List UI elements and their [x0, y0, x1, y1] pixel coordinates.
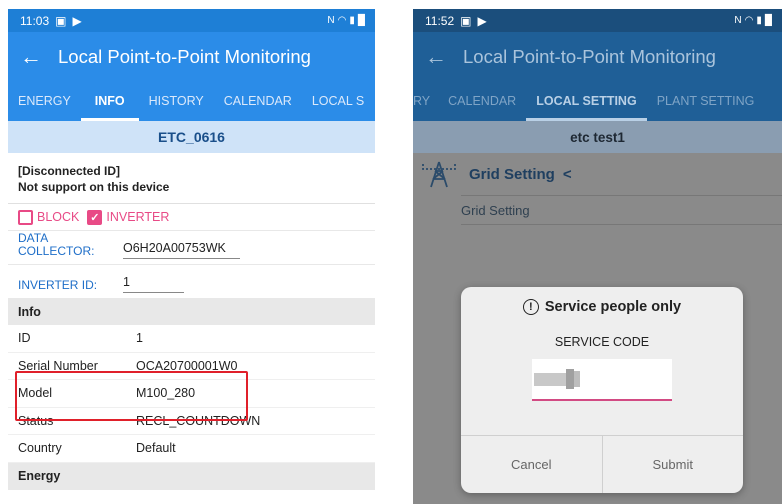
block-label: BLOCK [37, 210, 80, 224]
device-type-checkboxes: BLOCK ✓ INVERTER [8, 204, 375, 230]
inverter-id-label: INVERTER ID: [18, 278, 98, 292]
red-highlight-box [15, 371, 248, 421]
blurred-code [566, 369, 574, 389]
service-code-label: SERVICE CODE [554, 335, 650, 349]
status-bar: 11:52 ▣ ▶ N ◠ ▮ █ [413, 9, 782, 32]
transmission-tower-icon [422, 161, 456, 188]
device-name: ETC_0616 [8, 121, 375, 153]
left-phone-screen: 11:03 ▣ ▶ N ◠ ▮ █ ← Local Point-to-Point… [8, 9, 375, 504]
nfc-icon: N [734, 15, 742, 26]
service-code-dialog: ! Service people only SERVICE CODE Cance… [461, 287, 743, 493]
grid-setting-title: Grid Setting [469, 165, 555, 183]
app-bar: ← Local Point-to-Point Monitoring [413, 32, 782, 82]
dialog-title-text: Service people only [544, 299, 682, 315]
chevron-left-icon: < [562, 165, 572, 183]
grid-setting-item[interactable]: Grid Setting [461, 195, 782, 225]
tab-info[interactable]: INFO [80, 82, 139, 121]
tab-plant-setting[interactable]: PLANT SETTING [647, 82, 765, 121]
tab-local-setting[interactable]: LOCAL S [302, 82, 374, 121]
inverter-label: INVERTER [106, 210, 170, 224]
info-value: Default [136, 441, 176, 456]
tab-bar: RY CALENDAR LOCAL SETTING PLANT SETTING [413, 82, 782, 121]
image-icon: ▣ [460, 13, 472, 28]
data-collector-label: DATA COLLECTOR: [18, 231, 95, 258]
app-title: Local Point-to-Point Monitoring [463, 46, 716, 67]
app-title: Local Point-to-Point Monitoring [58, 46, 311, 67]
right-phone-screen: 11:52 ▣ ▶ N ◠ ▮ █ ← Local Point-to-Point… [413, 9, 782, 504]
inverter-id-input[interactable]: 1 [123, 275, 184, 293]
inverter-checkbox[interactable]: ✓ [87, 209, 103, 225]
dialog-buttons: Cancel Submit [461, 435, 743, 493]
battery-icon: █ [764, 15, 772, 26]
app-bar: ← Local Point-to-Point Monitoring [8, 32, 375, 82]
service-code-input[interactable] [532, 359, 672, 401]
back-arrow-icon[interactable]: ← [20, 46, 42, 68]
play-icon: ▶ [477, 13, 487, 28]
signal-icon: ▮ [756, 15, 762, 26]
block-checkbox[interactable] [18, 209, 33, 225]
info-section-header: Info [8, 298, 375, 325]
info-value: 1 [136, 331, 143, 346]
wifi-icon: ◠ [337, 15, 347, 26]
tab-history-partial[interactable]: RY [413, 82, 438, 121]
status-bar: 11:03 ▣ ▶ N ◠ ▮ █ [8, 9, 375, 32]
nfc-icon: N [327, 15, 335, 26]
blurred-code [534, 373, 566, 386]
info-key: Country [18, 441, 62, 456]
tab-calendar[interactable]: CALENDAR [438, 82, 526, 121]
tab-calendar[interactable]: CALENDAR [214, 82, 302, 121]
data-collector-input[interactable]: O6H20A00753WK [123, 241, 240, 259]
not-supported-text: Not support on this device [18, 180, 170, 194]
tab-history[interactable]: HISTORY [139, 82, 214, 121]
status-time: 11:03 [20, 13, 50, 28]
energy-section-header: Energy [8, 462, 375, 490]
blurred-code [574, 371, 580, 387]
cancel-button[interactable]: Cancel [461, 436, 602, 493]
signal-icon: ▮ [349, 15, 355, 26]
tab-local-setting[interactable]: LOCAL SETTING [526, 82, 648, 121]
play-icon: ▶ [72, 13, 82, 28]
status-time: 11:52 [425, 13, 455, 28]
disconnected-id-label: [Disconnected ID] [18, 164, 121, 178]
tab-energy[interactable]: ENERGY [8, 82, 81, 121]
battery-icon: █ [357, 15, 365, 26]
info-row-country: Country Default [8, 435, 375, 463]
submit-button[interactable]: Submit [601, 436, 744, 493]
alert-icon: ! [522, 299, 539, 315]
image-icon: ▣ [55, 13, 67, 28]
disconnected-notice: [Disconnected ID] Not support on this de… [8, 153, 375, 204]
tab-bar: ENERGY INFO HISTORY CALENDAR LOCAL S [8, 82, 375, 121]
dialog-title: ! Service people only [461, 287, 743, 327]
info-row-id: ID 1 [8, 325, 375, 353]
back-arrow-icon[interactable]: ← [425, 46, 447, 68]
wifi-icon: ◠ [744, 15, 754, 26]
info-key: ID [18, 331, 31, 346]
device-name: etc test1 [413, 121, 782, 153]
data-collector-field: DATA COLLECTOR: O6H20A00753WK [8, 230, 375, 264]
grid-setting-header[interactable]: Grid Setting < [413, 153, 782, 195]
inverter-id-field: INVERTER ID: 1 [8, 264, 375, 298]
